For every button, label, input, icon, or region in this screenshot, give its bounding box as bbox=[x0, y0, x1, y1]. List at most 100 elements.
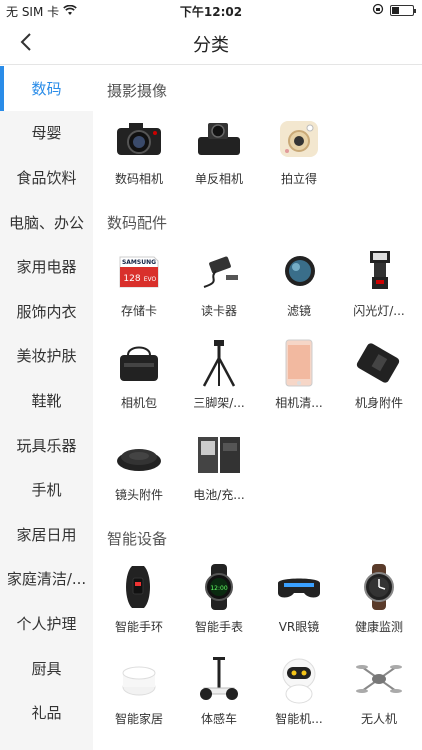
category-item[interactable]: 读卡器 bbox=[179, 238, 259, 330]
battery-grip-icon bbox=[351, 336, 407, 390]
smart-speaker-icon bbox=[111, 652, 167, 706]
battery-icon bbox=[390, 5, 416, 16]
svg-text:12:00: 12:00 bbox=[210, 585, 227, 592]
sidebar-item-label: 食品饮料 bbox=[16, 168, 77, 187]
sidebar-item-label: 个人护理 bbox=[16, 614, 77, 633]
category-grid: 智能手环 12:00 智能手表 VR眼镜 健康监测智能家居 体感车 智能机... 无人机 bbox=[93, 554, 422, 738]
sidebar-item[interactable]: 家庭清洁/... bbox=[0, 557, 93, 602]
category-item-label: 电池/充... bbox=[193, 488, 245, 502]
section-title: 智能设备 bbox=[107, 530, 168, 548]
memory-card-icon: SAMSUNG 128 EVO bbox=[111, 244, 167, 298]
category-item[interactable]: 单反相机 bbox=[179, 106, 259, 198]
category-item[interactable]: 智能家居 bbox=[99, 646, 179, 738]
instant-camera-icon bbox=[271, 112, 327, 166]
category-item[interactable]: 镜头附件 bbox=[99, 422, 179, 514]
category-item[interactable]: SAMSUNG 128 EVO 存储卡 bbox=[99, 238, 179, 330]
category-item-label: 无人机 bbox=[360, 712, 397, 726]
sidebar-item[interactable]: 鞋靴 bbox=[0, 378, 93, 423]
category-item[interactable]: 健康监测 bbox=[339, 554, 419, 646]
category-item-label: 智能手环 bbox=[114, 620, 163, 634]
category-item-label: 健康监测 bbox=[354, 620, 403, 634]
category-sidebar: 数码母婴食品饮料电脑、办公家用电器服饰内衣美妆护肤 鞋靴玩具乐器手机家居日用家庭清… bbox=[0, 66, 93, 750]
status-time: 下午12:02 bbox=[179, 5, 243, 19]
section-title: 数码配件 bbox=[107, 214, 168, 232]
sidebar-item[interactable]: 个人护理 bbox=[0, 601, 93, 646]
nav-bar: 分类 bbox=[0, 20, 422, 65]
status-right bbox=[372, 3, 416, 18]
category-item[interactable]: 12:00 智能手表 bbox=[179, 554, 259, 646]
lens-filter-icon bbox=[271, 244, 327, 298]
sidebar-item[interactable]: 玩具乐器 bbox=[0, 423, 93, 468]
robot-icon bbox=[271, 652, 327, 706]
category-grid: 数码相机 单反相机 拍立得 bbox=[93, 106, 422, 198]
sidebar-item[interactable]: 食品饮料 bbox=[0, 155, 93, 200]
category-grid: SAMSUNG 128 EVO 存储卡 读卡器 滤镜 闪光灯/... 相机包 三脚架/... 相机… bbox=[93, 238, 422, 514]
category-item[interactable]: 三脚架/... bbox=[179, 330, 259, 422]
status-bar: 无 SIM 卡 下午12:02 bbox=[0, 0, 422, 20]
dslr-camera-icon bbox=[111, 112, 167, 166]
sidebar-item-label: 母婴 bbox=[31, 124, 62, 143]
category-item[interactable]: 机身附件 bbox=[339, 330, 419, 422]
sidebar-item-label: 数码 bbox=[31, 79, 62, 98]
sidebar-item-label: 服饰内衣 bbox=[16, 302, 77, 321]
rotation-lock-icon bbox=[372, 3, 384, 18]
smart-band-icon bbox=[111, 560, 167, 614]
page-title: 分类 bbox=[193, 35, 229, 56]
category-item[interactable]: 智能机... bbox=[259, 646, 339, 738]
category-item[interactable]: 体感车 bbox=[179, 646, 259, 738]
sidebar-item-label: 家居日用 bbox=[16, 525, 77, 544]
category-item[interactable]: 无人机 bbox=[339, 646, 419, 738]
sidebar-item[interactable]: 手机 bbox=[0, 467, 93, 512]
smart-watch-icon: 12:00 bbox=[191, 560, 247, 614]
category-item[interactable]: VR眼镜 bbox=[259, 554, 339, 646]
category-item-label: 智能手表 bbox=[194, 620, 243, 634]
sidebar-item[interactable]: 数码 bbox=[0, 66, 93, 111]
category-item[interactable]: 相机清... bbox=[259, 330, 339, 422]
category-item-label: 机身附件 bbox=[354, 396, 403, 410]
category-item[interactable]: 电池/充... bbox=[179, 422, 259, 514]
category-content: 摄影摄像数码相机 单反相机 拍立得数码配件 SAMSUNG 128 EVO 存储卡 读卡器 滤镜… bbox=[93, 66, 422, 750]
drone-icon bbox=[351, 652, 407, 706]
category-item-label: 闪光灯/... bbox=[353, 304, 405, 318]
battery-icon bbox=[191, 428, 247, 482]
vr-glasses-icon bbox=[271, 560, 327, 614]
category-item-label: 镜头附件 bbox=[114, 488, 163, 502]
section-title: 摄影摄像 bbox=[107, 82, 168, 100]
screen-protector-icon bbox=[271, 336, 327, 390]
sidebar-item[interactable]: 母婴 bbox=[0, 111, 93, 156]
sidebar-item[interactable]: 美妆护肤 bbox=[0, 334, 93, 379]
memory-card-brand-text: SAMSUNG bbox=[122, 259, 156, 266]
category-item-label: 智能机... bbox=[275, 712, 323, 726]
sidebar-item[interactable]: 电脑、办公 bbox=[0, 200, 93, 245]
category-item-label: 拍立得 bbox=[280, 172, 317, 186]
health-watch-icon bbox=[351, 560, 407, 614]
camera-bag-icon bbox=[111, 336, 167, 390]
category-item-label: 智能家居 bbox=[114, 712, 163, 726]
category-item[interactable]: 智能手环 bbox=[99, 554, 179, 646]
flash-icon bbox=[351, 244, 407, 298]
category-item-label: 存储卡 bbox=[120, 304, 157, 318]
sidebar-item[interactable]: 家居日用 bbox=[0, 512, 93, 557]
memory-card-size-text: 128 bbox=[123, 274, 140, 284]
category-item-label: 读卡器 bbox=[200, 304, 237, 318]
category-item[interactable]: 相机包 bbox=[99, 330, 179, 422]
sidebar-item[interactable]: 家用电器 bbox=[0, 244, 93, 289]
sidebar-item[interactable]: 厨具 bbox=[0, 646, 93, 691]
category-item-label: 数码相机 bbox=[114, 172, 163, 186]
category-item-label: 三脚架/... bbox=[193, 396, 245, 410]
sidebar-item[interactable]: 服饰内衣 bbox=[0, 289, 93, 334]
category-item[interactable]: 闪光灯/... bbox=[339, 238, 419, 330]
sidebar-item[interactable]: 礼品 bbox=[0, 690, 93, 735]
sidebar-item-label: 家用电器 bbox=[16, 258, 77, 277]
category-item[interactable]: 滤镜 bbox=[259, 238, 339, 330]
compact-camera-icon bbox=[191, 112, 247, 166]
tripod-icon bbox=[191, 336, 247, 390]
sidebar-item-label: 厨具 bbox=[31, 659, 62, 678]
category-item-label: 单反相机 bbox=[194, 172, 243, 186]
lens-cap-icon bbox=[111, 428, 167, 482]
sidebar-item-label: 玩具乐器 bbox=[16, 436, 77, 455]
category-item[interactable]: 拍立得 bbox=[259, 106, 339, 198]
category-item[interactable]: 数码相机 bbox=[99, 106, 179, 198]
svg-text:EVO: EVO bbox=[144, 276, 157, 283]
category-item-label: 相机清... bbox=[275, 396, 323, 410]
